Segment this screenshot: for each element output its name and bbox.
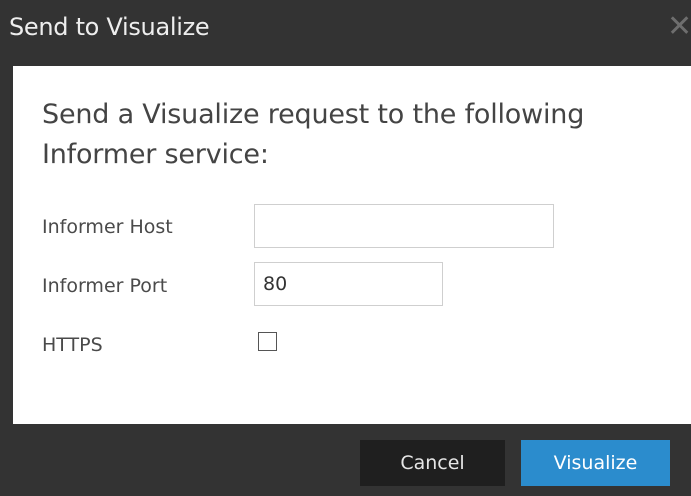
dialog-titlebar: Send to Visualize ✕ bbox=[0, 0, 691, 66]
send-to-visualize-dialog: Send to Visualize ✕ Send a Visualize req… bbox=[0, 0, 691, 496]
informer-host-label: Informer Host bbox=[42, 216, 173, 238]
informer-host-input[interactable] bbox=[254, 204, 554, 248]
cancel-button[interactable]: Cancel bbox=[360, 440, 505, 486]
dialog-body: Send a Visualize request to the followin… bbox=[13, 66, 691, 424]
https-checkbox[interactable] bbox=[258, 332, 277, 351]
dialog-title: Send to Visualize bbox=[9, 13, 210, 41]
close-icon[interactable]: ✕ bbox=[667, 12, 691, 42]
informer-port-input[interactable] bbox=[254, 262, 443, 306]
visualize-button[interactable]: Visualize bbox=[521, 440, 670, 486]
https-label: HTTPS bbox=[42, 334, 103, 356]
intro-text: Send a Visualize request to the followin… bbox=[42, 99, 585, 170]
informer-port-label: Informer Port bbox=[42, 275, 168, 297]
dialog-footer: Cancel Visualize bbox=[0, 424, 691, 496]
